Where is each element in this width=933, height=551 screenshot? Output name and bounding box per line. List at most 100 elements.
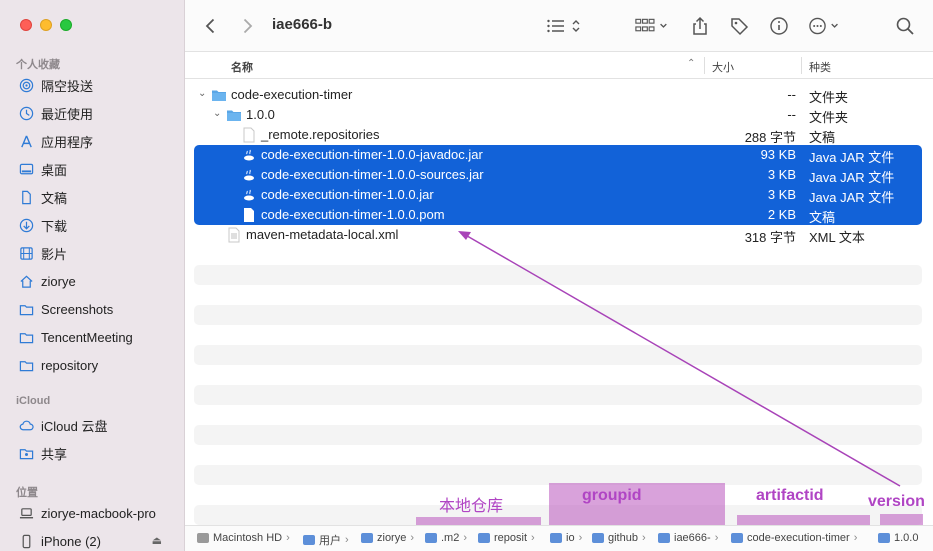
sidebar-item-airdrop[interactable]: 隔空投送 <box>18 74 93 96</box>
download-icon <box>18 217 34 233</box>
film-icon <box>18 245 34 261</box>
column-header: 名称 ⌃ 大小 种类 <box>185 52 933 79</box>
forward-button[interactable] <box>237 14 257 38</box>
file-kind: 文稿 <box>809 210 836 225</box>
file-kind: 文件夹 <box>809 90 849 105</box>
folder-icon <box>731 533 743 543</box>
sidebar-item-applications[interactable]: 应用程序 <box>18 130 93 152</box>
file-name: maven-metadata-local.xml <box>246 227 399 242</box>
table-row[interactable]: ⌄ 1.0.0 -- 文件夹 <box>194 105 922 125</box>
shared-folder-icon <box>18 445 34 461</box>
back-button[interactable] <box>201 14 221 38</box>
file-name: code-execution-timer-1.0.0.jar <box>261 187 434 202</box>
info-button[interactable] <box>767 14 791 38</box>
sidebar-item-home[interactable]: ziorye <box>18 270 76 292</box>
path-item-label: reposit <box>494 532 528 544</box>
eject-icon[interactable]: ⏏ <box>152 534 162 547</box>
folder-icon <box>211 87 227 103</box>
path-item-repository[interactable]: reposit › <box>478 532 535 544</box>
folder-icon <box>303 535 315 545</box>
folder-icon <box>550 533 562 543</box>
sidebar-item-tencentmeeting[interactable]: TencentMeeting <box>18 326 133 348</box>
sidebar-item-macbook[interactable]: ziorye-macbook-pro <box>18 502 156 524</box>
table-row[interactable]: code-execution-timer-1.0.0.pom 2 KB 文稿 <box>194 205 922 225</box>
zoom-window-button[interactable] <box>60 19 72 31</box>
sidebar-item-recents[interactable]: 最近使用 <box>18 102 93 124</box>
file-name: 1.0.0 <box>246 107 275 122</box>
sidebar-item-label: 影片 <box>41 246 68 262</box>
column-size[interactable]: 大小 <box>712 59 734 75</box>
view-mode-button[interactable] <box>543 14 587 38</box>
table-row[interactable]: code-execution-timer-1.0.0.jar 3 KB Java… <box>194 185 922 205</box>
column-divider[interactable] <box>704 57 705 74</box>
file-kind: 文件夹 <box>809 110 849 125</box>
share-icon <box>693 16 707 35</box>
clock-icon <box>18 105 34 121</box>
path-item-artifact[interactable]: code-execution-timer › <box>731 532 857 544</box>
path-item-label: 1.0.0 <box>894 532 919 544</box>
table-row[interactable]: _remote.repositories 288 字节 文稿 <box>194 125 922 145</box>
empty-row <box>194 465 922 485</box>
sidebar-item-desktop[interactable]: 桌面 <box>18 158 67 180</box>
disclosure-expanded-icon[interactable]: ⌄ <box>213 108 221 119</box>
table-row[interactable]: maven-metadata-local.xml 318 字节 XML 文本 <box>194 225 922 245</box>
sidebar-item-documents[interactable]: 文稿 <box>18 186 67 208</box>
applications-icon <box>18 133 34 149</box>
phone-icon <box>18 533 34 549</box>
file-kind: Java JAR 文件 <box>809 170 895 185</box>
blank-document-icon <box>241 207 257 223</box>
path-item-label: io <box>566 532 575 544</box>
icloud-header: iCloud <box>16 395 51 407</box>
disk-icon <box>197 533 209 543</box>
path-item-io[interactable]: io › <box>550 532 582 544</box>
sort-ascending-icon[interactable]: ⌃ <box>687 58 695 69</box>
java-jar-icon <box>241 167 257 183</box>
window-title: iae666-b <box>272 16 333 33</box>
chevron-left-icon <box>205 18 215 34</box>
tags-button[interactable] <box>727 14 751 38</box>
sidebar-item-icloud-drive[interactable]: iCloud 云盘 <box>18 414 107 436</box>
file-size: 93 KB <box>760 147 796 162</box>
path-item-label: github <box>608 532 638 544</box>
table-row[interactable]: ⌄ code-execution-timer -- 文件夹 <box>194 85 922 105</box>
sidebar-item-repository[interactable]: repository <box>18 354 98 376</box>
path-item-home[interactable]: ziorye › <box>361 532 414 544</box>
sidebar-item-screenshots[interactable]: Screenshots <box>18 298 113 320</box>
path-separator: › <box>463 532 468 544</box>
path-item-disk[interactable]: Macintosh HD › <box>197 532 290 544</box>
empty-row <box>194 425 922 445</box>
close-window-button[interactable] <box>20 19 32 31</box>
sidebar: 个人收藏 隔空投送 最近使用 应用程序 桌面 文稿 下载 影片 ziorye S… <box>0 0 185 551</box>
group-by-button[interactable] <box>633 14 673 38</box>
table-row[interactable]: code-execution-timer-1.0.0-sources.jar 3… <box>194 165 922 185</box>
path-separator: › <box>286 532 290 544</box>
column-name[interactable]: 名称 <box>231 59 253 75</box>
empty-row <box>194 385 922 405</box>
path-item-users[interactable]: 用户 › <box>303 532 349 548</box>
path-separator: › <box>345 534 349 546</box>
sidebar-item-movies[interactable]: 影片 <box>18 242 67 264</box>
search-icon <box>896 17 914 35</box>
path-item-github[interactable]: github › <box>592 532 646 544</box>
minimize-window-button[interactable] <box>40 19 52 31</box>
column-divider[interactable] <box>801 57 802 74</box>
column-kind[interactable]: 种类 <box>809 59 831 75</box>
share-button[interactable] <box>688 14 712 38</box>
table-row[interactable]: code-execution-timer-1.0.0-javadoc.jar 9… <box>194 145 922 165</box>
sidebar-item-label: 下载 <box>41 218 68 234</box>
search-button[interactable] <box>893 14 917 38</box>
path-item-version[interactable]: 1.0.0 <box>878 532 918 544</box>
java-jar-icon <box>241 187 257 203</box>
path-item-label: code-execution-timer <box>747 532 850 544</box>
airdrop-icon <box>18 77 34 93</box>
sidebar-item-iphone[interactable]: iPhone (2) <box>18 530 101 551</box>
disclosure-expanded-icon[interactable]: ⌄ <box>198 88 206 99</box>
path-item-iae666[interactable]: iae666- › <box>658 532 718 544</box>
sidebar-item-shared[interactable]: 共享 <box>18 442 67 464</box>
annotation-groupid: groupid <box>582 487 642 504</box>
sidebar-item-label: ziorye <box>41 273 76 289</box>
more-actions-button[interactable] <box>807 14 847 38</box>
sidebar-item-downloads[interactable]: 下载 <box>18 214 67 236</box>
annotation-artifactid: artifactid <box>756 487 824 504</box>
path-item-m2[interactable]: .m2 › <box>425 532 467 544</box>
